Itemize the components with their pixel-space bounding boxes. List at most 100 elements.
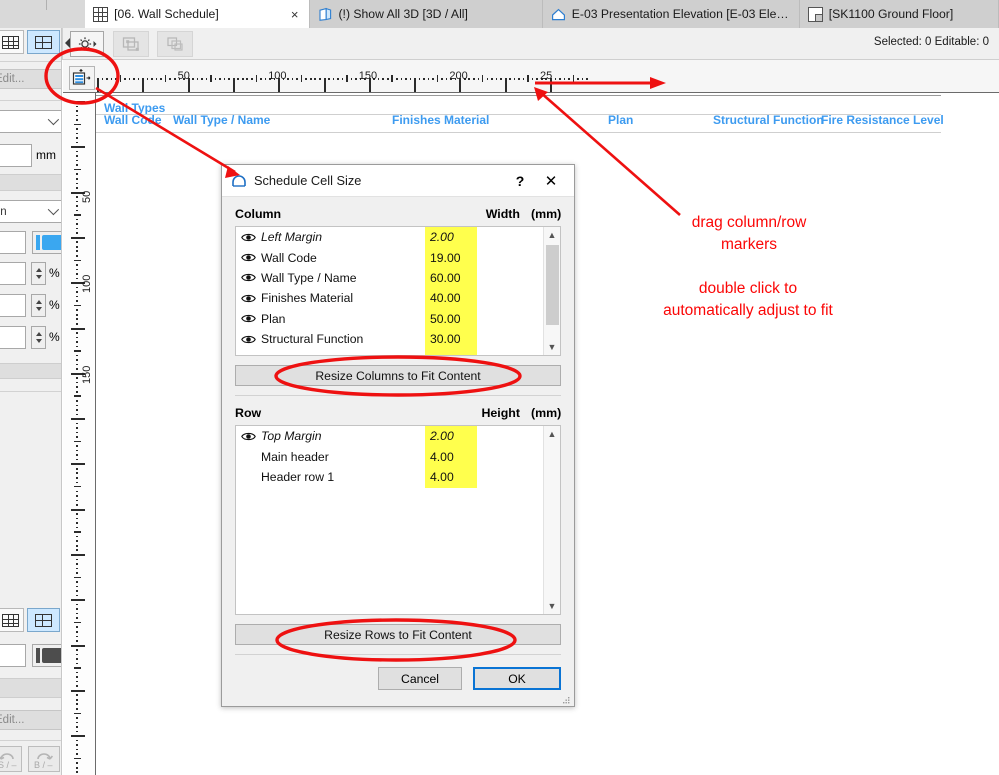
row-list-scrollbar[interactable]: ▲ ▼ [543,426,560,614]
schedule-column-header-1: Wall Type / Name [173,113,271,127]
column-scroll-thumb[interactable] [546,245,559,325]
row-list[interactable]: Top Margin 2.00 Main header 4.00 Header row … [235,425,561,615]
cell-border-all-icon [35,35,52,49]
settings-gear-button[interactable] [70,31,104,57]
ruler-label: 150 [358,70,378,82]
list-item[interactable]: Plan 50.00 [236,309,543,329]
list-item-value[interactable]: 40.00 [430,291,461,305]
sidebar-stepper-2[interactable] [31,294,46,317]
schedule-cell-size-dialog: Schedule Cell Size ? ✕ Column Width (mm)… [221,164,575,707]
cell-border-partial-button[interactable] [0,608,24,632]
cell-border-off-icon [1,35,19,49]
list-item[interactable]: Left Margin 2.00 [236,227,543,247]
column-list-scrollbar[interactable]: ▲ ▼ [543,227,560,355]
sidebar-stepper-1[interactable] [31,262,46,285]
sidebar-mm-field[interactable] [0,144,32,167]
horizontal-ruler[interactable]: 50 100 150 200 25 [63,60,999,93]
resize-columns-label: Resize Columns to Fit Content [315,368,481,383]
redo-icon: B / – [34,753,54,770]
scroll-down-icon[interactable]: ▼ [544,339,560,355]
tab-sk1100-ground-floor[interactable]: [SK1100 Ground Floor] [799,0,999,28]
edit-button-bottom-label: Edit... [0,714,25,726]
scroll-up-icon[interactable]: ▲ [544,227,560,243]
redo-button[interactable]: B / – [28,746,60,772]
list-item-value[interactable]: 2.00 [430,230,454,244]
visibility-toggle[interactable] [236,313,261,324]
list-item-value[interactable]: 50.00 [430,312,461,326]
cell-border-off-button[interactable] [0,30,24,54]
vertical-ruler[interactable]: 50 100 150 [63,93,96,775]
undo-button[interactable]: S / – [0,746,22,772]
resize-rows-button[interactable]: Resize Rows to Fit Content [235,624,561,645]
row-height-label: Height [481,406,520,420]
dialog-footer: Cancel OK [235,667,561,690]
sidebar-stepper-3[interactable] [31,326,46,349]
sidebar-pattern-combo[interactable]: ern [0,200,61,223]
ok-button[interactable]: OK [473,667,561,690]
sidebar-percent-field-1[interactable] [0,262,26,285]
list-item[interactable]: Finishes Material 40.00 [236,288,543,308]
list-item[interactable]: Structural Function 30.00 [236,329,543,349]
tab-bar: [06. Wall Schedule] × (!) Show All 3D [3… [0,0,999,28]
list-item-value[interactable]: 4.00 [430,450,454,464]
cell-border-all-button[interactable] [27,30,60,54]
visibility-toggle[interactable] [236,293,261,304]
dialog-separator-2 [235,654,561,655]
column-unit-label: (mm) [531,207,562,221]
schedule-column-header-5: Fire Resistance Level [821,113,944,127]
list-item-value[interactable]: 60.00 [430,271,461,285]
annotation-note-1: drag column/row markers [676,212,822,256]
cell-border-frame-button[interactable] [27,608,60,632]
sidebar-color-field[interactable] [0,231,26,254]
list-item-value[interactable]: 4.00 [430,470,454,484]
sidebar-pen-swatch[interactable] [32,231,61,254]
annotation-note-1-line1: drag column/row [691,214,807,231]
list-item[interactable]: Main header 4.00 [236,446,543,466]
visibility-toggle[interactable] [236,232,261,243]
eye-icon [241,274,256,282]
visibility-toggle[interactable] [236,272,261,283]
visibility-toggle[interactable] [236,431,261,442]
pen-line-icon [36,235,40,250]
list-item-value[interactable]: 30.00 [430,332,461,346]
multi-objects-button[interactable] [157,31,193,57]
cancel-button[interactable]: Cancel [378,667,462,690]
sidebar-percent-field-3[interactable]: 0 [0,326,26,349]
list-item[interactable]: Header row 1 4.00 [236,467,543,487]
dialog-resize-grip[interactable] [562,695,571,704]
tab-close-button[interactable]: × [273,7,299,22]
column-list[interactable]: Left Margin 2.00 Wall Code 19.00 Wall Type /… [235,226,561,356]
percent-label-2: % [49,298,60,312]
resize-columns-button[interactable]: Resize Columns to Fit Content [235,365,561,386]
sidebar-fill-swatch[interactable] [32,644,61,667]
tab-presentation-elevation[interactable]: E-03 Presentation Elevation [E-03 Elevat… [542,0,800,28]
schedule-column-header-2: Finishes Material [392,113,490,127]
sidebar-percent-field-2[interactable]: 0 [0,294,26,317]
sidebar-flat-bar [0,174,61,191]
list-item-value[interactable]: 19.00 [430,251,461,265]
sidebar-flat-bar-2 [0,363,61,379]
tab-show-all-3d[interactable]: (!) Show All 3D [3D / All] [309,0,543,28]
list-item[interactable]: Wall Code 19.00 [236,247,543,267]
list-item[interactable]: Wall Type / Name 60.00 [236,268,543,288]
visibility-toggle[interactable] [236,252,261,263]
scroll-up-icon[interactable]: ▲ [544,426,560,442]
dialog-close-button[interactable]: ✕ [534,172,568,190]
edit-button-top[interactable]: Edit... [0,69,61,89]
tab-wall-schedule[interactable]: [06. Wall Schedule] × [85,0,310,28]
scroll-down-icon[interactable]: ▼ [544,598,560,614]
select-objects-button[interactable] [113,31,149,57]
schedule-cell-size-button[interactable] [69,66,95,90]
sidebar-combo-1[interactable] [0,110,61,133]
sidebar-fill-field[interactable] [0,644,26,667]
archicad-dialog-icon [231,173,247,189]
ruler-label: 50 [81,190,93,203]
row-header-label: Row [235,406,262,420]
list-item[interactable]: Top Margin 2.00 [236,426,543,446]
dialog-title-bar[interactable]: Schedule Cell Size ? ✕ [222,165,574,197]
dialog-help-button[interactable]: ? [506,173,534,189]
list-item-value[interactable]: 2.00 [430,429,454,443]
edit-button-bottom[interactable]: Edit... [0,710,61,730]
percent-label-3: % [49,330,60,344]
visibility-toggle[interactable] [236,334,261,345]
